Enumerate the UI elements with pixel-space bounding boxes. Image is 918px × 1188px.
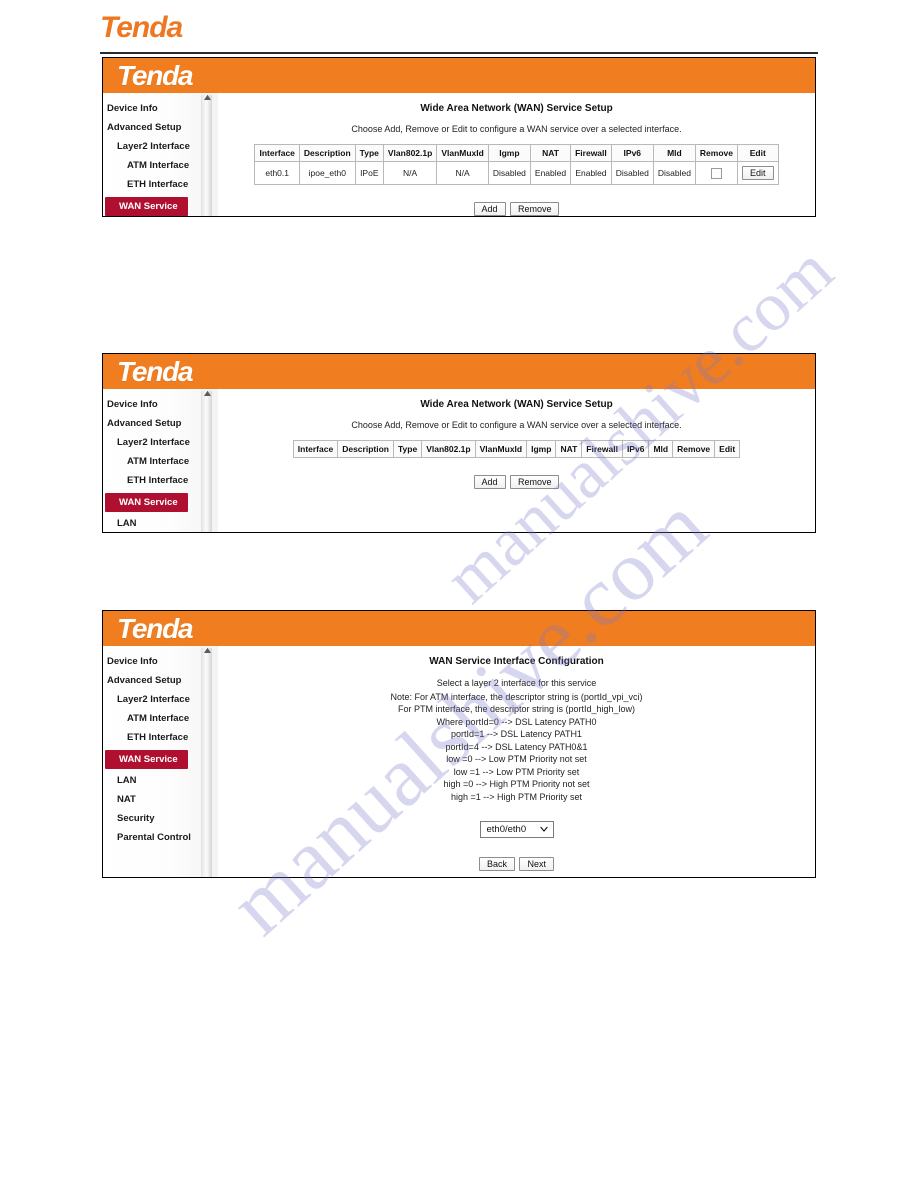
back-button[interactable]: Back	[479, 857, 516, 871]
column-header-description: Description	[298, 144, 356, 162]
note-line: low =1 --> Low PTM Priority set	[453, 766, 580, 777]
column-header-vlanmuxid: VlanMuxId	[474, 440, 528, 458]
sidebar-scrollbar[interactable]	[201, 95, 212, 216]
next-button[interactable]: Next	[519, 857, 554, 871]
layer2-interface-select[interactable]: eth0/eth0	[479, 821, 554, 838]
panel3-page-title: WAN Service Interface Configuration	[429, 656, 604, 667]
column-header-type: Type	[354, 144, 384, 162]
panel3-sidebar: Device Info Advanced Setup Layer2 Interfac…	[103, 646, 218, 877]
cell-mld: Disabled	[652, 161, 696, 185]
panel2-tenda-logo: Tenda	[117, 356, 194, 387]
cell-vlanmuxid: N/A	[436, 161, 489, 185]
chevron-down-icon	[539, 825, 548, 834]
remove-button[interactable]: Remove	[509, 475, 560, 489]
panel2-content: Wide Area Network (WAN) Service Setup Ch…	[218, 389, 815, 532]
sidebar-item-label: WAN Service	[105, 493, 188, 512]
note-line: Select a layer 2 interface for this serv…	[436, 678, 597, 688]
sidebar-scrollbar[interactable]	[201, 648, 212, 877]
add-button[interactable]: Add	[473, 475, 506, 489]
add-button[interactable]: Add	[473, 202, 506, 216]
column-header-ipv6: IPv6	[610, 144, 654, 162]
panel3-content: WAN Service Interface Configuration Sele…	[218, 646, 815, 877]
scroll-up-arrow-icon[interactable]	[202, 389, 213, 399]
remove-button[interactable]: Remove	[509, 202, 560, 216]
header-divider	[100, 52, 818, 54]
column-header-edit: Edit	[737, 144, 779, 162]
note-line: portId=1 --> DSL Latency PATH1	[451, 729, 582, 739]
panel2-page-title: Wide Area Network (WAN) Service Setup	[420, 399, 613, 410]
cell-description: ipoe_eth0	[298, 161, 356, 185]
column-header-type: Type	[392, 440, 423, 458]
panel1-header-bar: Tenda	[103, 58, 815, 93]
table-header-row: Interface Description Type Vlan802.1p VlanMu…	[254, 144, 779, 162]
column-header-description: Description	[337, 440, 394, 458]
cell-interface: eth0.1	[254, 161, 300, 185]
panel2-page-subtitle: Choose Add, Remove or Edit to configure …	[351, 420, 682, 430]
column-header-nat: NAT	[529, 144, 572, 162]
column-header-vlan802-1p: Vlan802.1p	[382, 144, 438, 162]
column-header-edit: Edit	[714, 440, 741, 458]
panel2-button-row: Add Remove	[222, 472, 811, 490]
document-header: Tenda	[100, 12, 818, 52]
panel3-tenda-logo: Tenda	[117, 613, 194, 644]
cell-firewall: Enabled	[570, 161, 612, 185]
edit-button[interactable]: Edit	[742, 166, 774, 180]
column-header-interface: Interface	[292, 440, 339, 458]
sidebar-item-label: WAN Service	[105, 750, 188, 769]
note-line: Note: For ATM interface, the descriptor …	[390, 691, 643, 702]
router-screenshot-panel-1: Tenda Device Info Advanced Setup Layer2 In…	[102, 57, 816, 217]
cell-type: IPoE	[354, 161, 384, 185]
column-header-mld: Mld	[652, 144, 696, 162]
scroll-up-arrow-icon[interactable]	[202, 646, 213, 656]
sidebar-item-label: WAN Service	[105, 197, 188, 216]
scroll-up-arrow-icon[interactable]	[202, 93, 213, 103]
panel3-button-row: Back Next	[222, 854, 811, 872]
note-line: low =0 --> Low PTM Priority not set	[446, 754, 587, 764]
panel1-sidebar: Device Info Advanced Setup Layer2 Interfac…	[103, 93, 218, 216]
wan-service-interface-note: Select a layer 2 interface for this serv…	[222, 677, 811, 803]
table-row: eth0.1 ipoe_eth0 IPoE N/A N/A Disabled Enabled…	[254, 161, 779, 185]
panel1-page-title: Wide Area Network (WAN) Service Setup	[420, 103, 613, 114]
column-header-firewall: Firewall	[570, 144, 612, 162]
note-line: Where portId=0 --> DSL Latency PATH0	[436, 716, 597, 727]
column-header-igmp: Igmp	[487, 144, 531, 162]
layer2-interface-select-value: eth0/eth0	[486, 824, 527, 835]
panel1-content: Wide Area Network (WAN) Service Setup Ch…	[218, 93, 815, 216]
panel3-header-bar: Tenda	[103, 611, 815, 646]
panel1-button-row: Add Remove	[222, 199, 811, 216]
column-header-ipv6: IPv6	[621, 440, 650, 458]
column-header-remove: Remove	[672, 440, 716, 458]
column-header-vlanmuxid: VlanMuxId	[436, 144, 489, 162]
interface-select-row: eth0/eth0	[222, 819, 811, 838]
edit-cell: Edit	[737, 161, 779, 185]
panel2-header-bar: Tenda	[103, 354, 815, 389]
column-header-mld: Mld	[648, 440, 674, 458]
tenda-brand-logo: Tenda	[100, 11, 183, 44]
router-screenshot-panel-3: Tenda Device Info Advanced Setup Layer2 In…	[102, 610, 816, 878]
panel2-sidebar: Device Info Advanced Setup Layer2 Interfac…	[103, 389, 218, 532]
cell-igmp: Disabled	[487, 161, 531, 185]
table-header-row: Interface Description Type Vlan802.1p VlanMu…	[292, 440, 741, 458]
cell-nat: Enabled	[529, 161, 572, 185]
remove-checkbox-cell	[694, 161, 739, 185]
remove-checkbox[interactable]	[710, 167, 722, 179]
router-screenshot-panel-2: Tenda Device Info Advanced Setup Layer2 In…	[102, 353, 816, 533]
panel1-page-subtitle: Choose Add, Remove or Edit to configure …	[351, 124, 682, 134]
column-header-igmp: Igmp	[526, 440, 557, 458]
column-header-interface: Interface	[254, 144, 300, 162]
cell-vlan8021p: N/A	[382, 161, 438, 185]
panel1-tenda-logo: Tenda	[117, 60, 194, 91]
column-header-nat: NAT	[555, 440, 583, 458]
note-line: high =1 --> High PTM Priority set	[450, 791, 583, 802]
wan-service-table: Interface Description Type Vlan802.1p VlanMu…	[254, 144, 779, 185]
column-header-remove: Remove	[694, 144, 739, 162]
column-header-vlan802-1p: Vlan802.1p	[421, 440, 476, 458]
note-line: For PTM interface, the descriptor string…	[397, 704, 636, 714]
wan-service-table-empty: Interface Description Type Vlan802.1p VlanMu…	[292, 440, 741, 458]
note-line: portId=4 --> DSL Latency PATH0&1	[445, 741, 588, 752]
note-line: high =0 --> High PTM Priority not set	[443, 779, 590, 789]
cell-ipv6: Disabled	[610, 161, 654, 185]
sidebar-scrollbar[interactable]	[201, 391, 212, 532]
column-header-firewall: Firewall	[581, 440, 623, 458]
